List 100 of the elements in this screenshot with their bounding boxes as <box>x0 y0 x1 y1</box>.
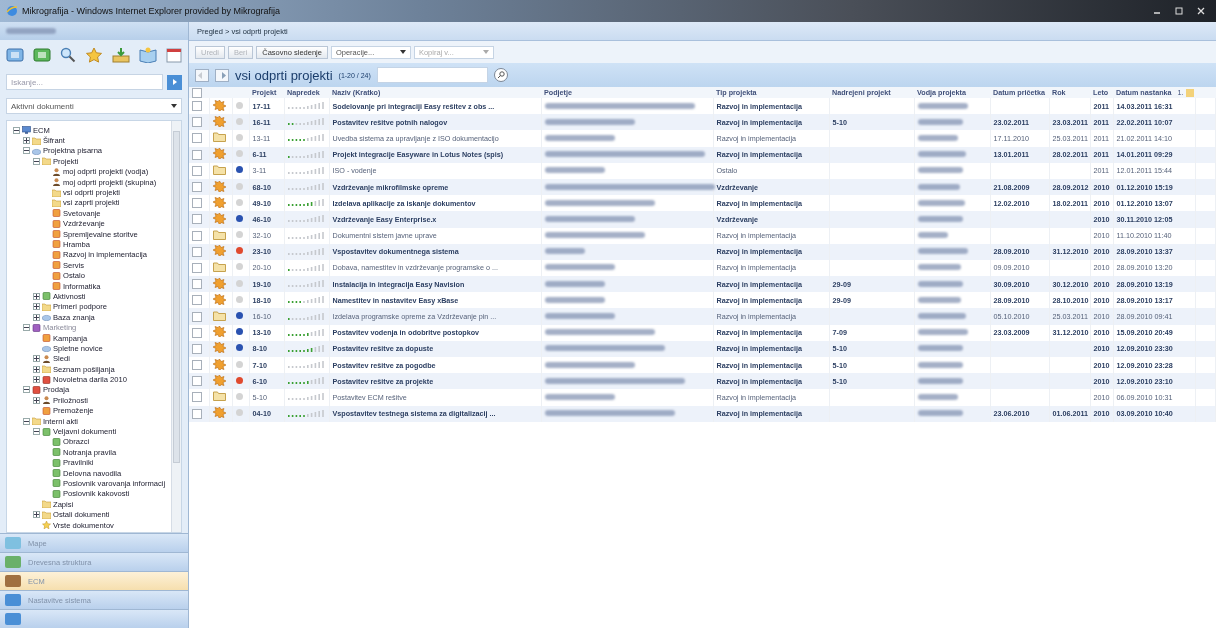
checkbox[interactable] <box>192 117 202 128</box>
progress-meter <box>287 214 326 223</box>
expander-toggle[interactable] <box>33 157 40 165</box>
checkbox[interactable] <box>192 87 202 98</box>
expander-toggle[interactable] <box>23 137 30 145</box>
checkbox[interactable] <box>192 165 202 176</box>
expander-toggle[interactable] <box>33 511 40 519</box>
section-icon <box>4 574 22 588</box>
browser-icon <box>6 5 18 17</box>
expander-toggle[interactable] <box>33 396 40 404</box>
person-icon <box>52 178 61 187</box>
blurred-text <box>544 313 615 320</box>
sort-icon[interactable] <box>1185 89 1194 98</box>
expander-toggle[interactable] <box>23 417 30 425</box>
blurred-text <box>917 118 963 125</box>
checkbox[interactable] <box>192 262 202 273</box>
person-icon <box>42 354 51 363</box>
checkbox[interactable] <box>192 214 202 225</box>
search-field[interactable]: Iskanje... <box>6 74 163 90</box>
folder-icon <box>42 157 51 166</box>
blurred-text <box>917 215 963 222</box>
minus-icon <box>14 127 19 133</box>
play-icon <box>171 79 178 85</box>
plus-icon <box>34 366 39 372</box>
expander-toggle[interactable] <box>33 303 40 311</box>
expander-toggle[interactable] <box>33 313 40 321</box>
search-icon[interactable] <box>60 47 76 63</box>
search-button[interactable] <box>493 68 508 82</box>
blurred-text <box>544 264 615 271</box>
checkbox[interactable] <box>192 343 202 354</box>
blurred-text <box>544 167 605 174</box>
checkbox[interactable] <box>192 133 202 144</box>
checkbox[interactable] <box>192 360 202 371</box>
expander-toggle[interactable] <box>23 324 30 332</box>
checkbox[interactable] <box>192 408 202 419</box>
expander-toggle[interactable] <box>33 428 40 435</box>
folder-icon <box>32 417 41 426</box>
forward-button[interactable] <box>215 68 229 82</box>
expander-toggle[interactable] <box>13 126 20 134</box>
blurred-text <box>544 134 615 141</box>
plus-icon <box>34 314 39 320</box>
scrollbar[interactable] <box>171 121 181 532</box>
progress-meter <box>287 182 326 191</box>
blurred-text <box>917 199 965 206</box>
progress-meter <box>287 101 326 110</box>
checkbox[interactable] <box>192 279 202 290</box>
calendar-icon[interactable] <box>166 47 182 63</box>
checkbox[interactable] <box>192 101 202 112</box>
nav-section[interactable] <box>0 609 188 628</box>
checkbox[interactable] <box>192 230 202 241</box>
blurred-text <box>917 296 961 303</box>
blurred-text <box>917 102 968 109</box>
checkbox[interactable] <box>192 149 202 160</box>
expander-toggle[interactable] <box>23 147 30 155</box>
plus-icon <box>34 293 39 299</box>
section-icon <box>4 536 22 550</box>
cloud-icon <box>42 313 51 322</box>
filter-dropdown[interactable]: Aktivni dokumenti <box>6 98 182 114</box>
progress-meter <box>287 360 326 369</box>
checkbox[interactable] <box>192 327 202 338</box>
plus-icon <box>34 512 39 518</box>
download-icon[interactable] <box>112 47 130 63</box>
expander-toggle[interactable] <box>23 386 30 394</box>
folder-icon <box>42 365 51 374</box>
folder-icon <box>32 136 41 145</box>
blurred-text <box>917 377 963 384</box>
star-icon <box>42 521 51 530</box>
plus-icon <box>24 138 29 144</box>
blurred-text <box>917 183 960 190</box>
checkbox[interactable] <box>192 182 202 193</box>
blurred-text <box>917 151 966 158</box>
blurred-text <box>544 296 605 303</box>
filter-field[interactable] <box>376 67 488 83</box>
expander-toggle[interactable] <box>33 376 40 384</box>
expander-toggle[interactable] <box>33 292 40 300</box>
plus-icon <box>34 304 39 310</box>
back-button[interactable] <box>195 68 209 82</box>
expander-toggle[interactable] <box>33 355 40 363</box>
blurred-text <box>917 134 958 141</box>
close-icon <box>1197 7 1205 15</box>
monitor-icon[interactable] <box>6 47 24 63</box>
progress-meter <box>287 230 326 239</box>
star-icon[interactable] <box>85 47 103 63</box>
minus-icon <box>24 387 29 393</box>
expander-toggle[interactable] <box>33 365 40 373</box>
checkbox[interactable] <box>192 392 202 403</box>
blurred-text <box>6 28 56 34</box>
blurred-text <box>917 280 963 287</box>
monitor-icon <box>22 126 31 135</box>
list-title: vsi odprti projekti <box>235 67 333 83</box>
checkbox[interactable] <box>192 246 202 257</box>
checkbox[interactable] <box>192 295 202 306</box>
checkbox[interactable] <box>192 376 202 387</box>
section-icon <box>4 593 22 607</box>
section-icon <box>4 555 22 569</box>
checkbox[interactable] <box>192 198 202 209</box>
checkbox[interactable] <box>192 311 202 322</box>
blurred-text <box>917 329 968 336</box>
blurred-text <box>917 345 963 352</box>
search-button[interactable] <box>167 74 182 90</box>
